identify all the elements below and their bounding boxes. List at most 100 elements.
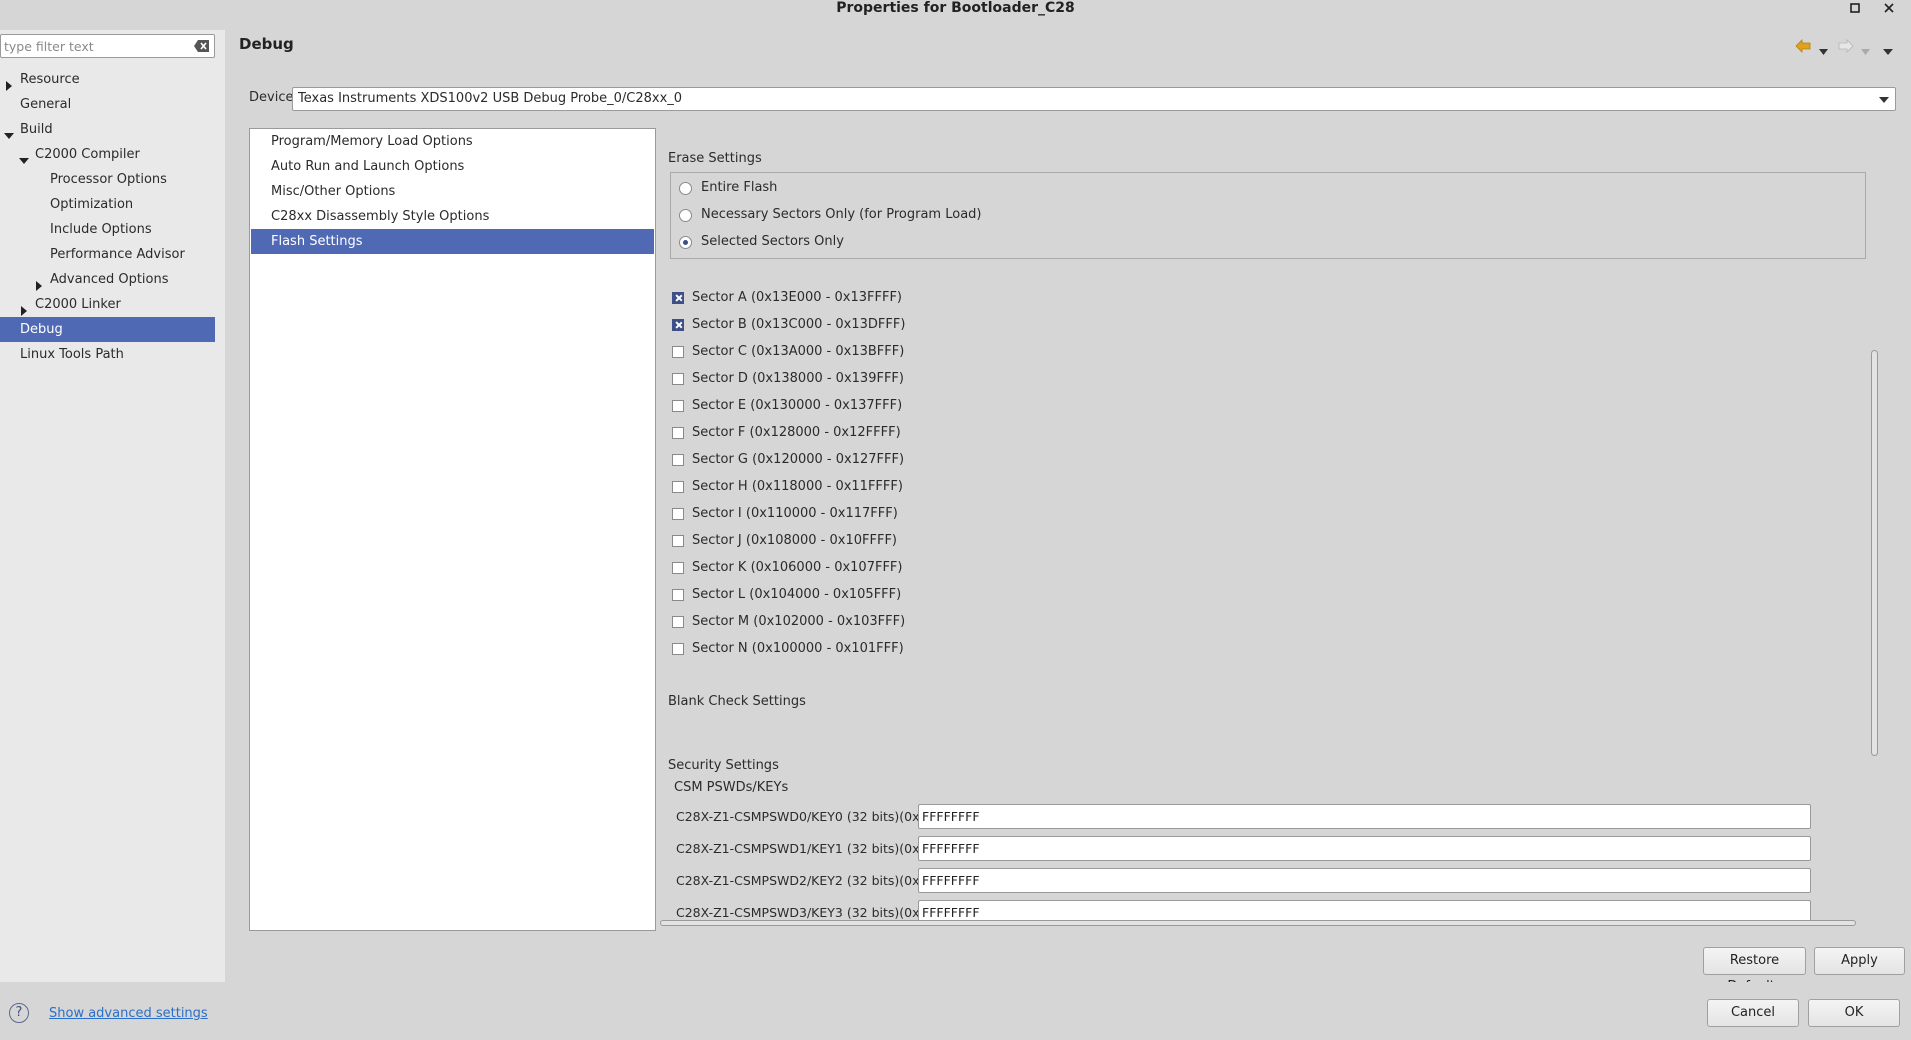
maximize-icon[interactable] [1846, 0, 1864, 17]
filter-field[interactable] [0, 34, 215, 58]
tree-item-label: C2000 Linker [35, 297, 121, 312]
radio-button[interactable] [679, 182, 692, 195]
tree-item-label: Debug [20, 322, 63, 337]
category-item[interactable]: Misc/Other Options [251, 179, 654, 204]
page-title: Debug [239, 35, 294, 53]
tree-item-label: Performance Advisor [50, 247, 185, 262]
sector-label: Sector L (0x104000 - 0x105FFF) [692, 587, 902, 602]
sector-checkbox[interactable] [672, 643, 684, 655]
device-select-value: Texas Instruments XDS100v2 USB Debug Pro… [298, 91, 683, 106]
sector-checkbox[interactable] [672, 373, 684, 385]
apply-button[interactable]: Apply [1814, 947, 1905, 975]
sector-checkbox[interactable] [672, 292, 684, 304]
sector-label: Sector H (0x118000 - 0x11FFFF) [692, 479, 903, 494]
category-item[interactable]: Flash Settings [251, 229, 654, 254]
sector-checkbox[interactable] [672, 535, 684, 547]
forward-arrow-icon[interactable] [1838, 39, 1854, 57]
collapsed-arrow-icon[interactable] [4, 75, 14, 91]
collapsed-arrow-icon[interactable] [19, 300, 29, 316]
category-list: Program/Memory Load Options Auto Run and … [249, 128, 656, 931]
show-advanced-settings-link[interactable]: Show advanced settings [49, 1006, 208, 1021]
close-icon[interactable] [1880, 0, 1898, 17]
erase-option-label: Necessary Sectors Only (for Program Load… [701, 207, 982, 222]
sector-checkbox[interactable] [672, 508, 684, 520]
erase-settings-title: Erase Settings [668, 151, 762, 166]
sector-checkbox[interactable] [672, 454, 684, 466]
tree-item-processor-options[interactable]: Processor Options [0, 167, 215, 192]
tree-item-performance-advisor[interactable]: Performance Advisor [0, 242, 215, 267]
sector-checkbox[interactable] [672, 616, 684, 628]
csm-key-row: C28X-Z1-CSMPSWD0/KEY0 (32 bits)(0x13FFF8… [676, 804, 1866, 830]
sector-label: Sector K (0x106000 - 0x107FFF) [692, 560, 903, 575]
erase-settings-group: Entire Flash Necessary Sectors Only (for … [670, 172, 1866, 259]
view-menu-icon[interactable] [1883, 44, 1893, 59]
sector-checkbox[interactable] [672, 346, 684, 358]
sector-label: Sector G (0x120000 - 0x127FFF) [692, 452, 905, 467]
csm-key-input[interactable] [918, 836, 1811, 861]
sector-checkbox[interactable] [672, 319, 684, 331]
tree-item-c2000-compiler[interactable]: C2000 Compiler [0, 142, 215, 167]
security-settings-title: Security Settings [668, 758, 779, 773]
ok-button[interactable]: OK [1808, 999, 1900, 1027]
back-dropdown-icon[interactable] [1819, 44, 1828, 59]
radio-button[interactable] [679, 236, 692, 249]
help-icon[interactable]: ? [9, 1003, 29, 1023]
tree-item-label: Build [20, 122, 53, 137]
tree-item-label: Include Options [50, 222, 152, 237]
flash-settings-panel: Erase Settings Entire Flash Necessary Sec… [658, 128, 1866, 927]
expanded-arrow-icon[interactable] [4, 125, 14, 139]
erase-option-label: Entire Flash [701, 180, 778, 195]
window-title: Properties for Bootloader_C28 [836, 0, 1075, 16]
sector-checkbox[interactable] [672, 589, 684, 601]
restore-defaults-button[interactable]: Restore Defaults [1703, 947, 1806, 994]
tree-item-label: C2000 Compiler [35, 147, 140, 162]
tree-item-c2000-linker[interactable]: C2000 Linker [0, 292, 215, 317]
tree-item-build[interactable]: Build [0, 117, 215, 142]
collapsed-arrow-icon[interactable] [34, 275, 44, 291]
tree-item-label: Processor Options [50, 172, 167, 187]
csm-key-row: C28X-Z1-CSMPSWD2/KEY2 (32 bits)(0x13FFFC… [676, 868, 1866, 894]
sector-checkbox[interactable] [672, 562, 684, 574]
sector-label: Sector M (0x102000 - 0x103FFF) [692, 614, 906, 629]
tree-item-include-options[interactable]: Include Options [0, 217, 215, 242]
device-select[interactable]: Texas Instruments XDS100v2 USB Debug Pro… [292, 87, 1896, 111]
sector-label: Sector B (0x13C000 - 0x13DFFF) [692, 317, 906, 332]
sector-label: Sector E (0x130000 - 0x137FFF) [692, 398, 903, 413]
tree-item-linux-tools-path[interactable]: Linux Tools Path [0, 342, 215, 367]
expanded-arrow-icon[interactable] [19, 150, 29, 164]
forward-dropdown-icon[interactable] [1861, 44, 1870, 59]
tree-item-label: General [20, 97, 72, 112]
sector-label: Sector D (0x138000 - 0x139FFF) [692, 371, 904, 386]
tree-item-label: Resource [20, 72, 80, 87]
vertical-scroll-thumb[interactable] [1871, 350, 1878, 756]
clear-filter-icon[interactable] [193, 38, 211, 54]
sector-label: Sector A (0x13E000 - 0x13FFFF) [692, 290, 902, 305]
cancel-button[interactable]: Cancel [1707, 999, 1799, 1027]
sector-checkbox[interactable] [672, 400, 684, 412]
category-item[interactable]: Program/Memory Load Options [251, 129, 654, 154]
category-item[interactable]: C28xx Disassembly Style Options [251, 204, 654, 229]
sector-checkbox[interactable] [672, 481, 684, 493]
tree-item-optimization[interactable]: Optimization [0, 192, 215, 217]
filter-input[interactable] [4, 37, 184, 55]
dropdown-arrow-icon[interactable] [1879, 97, 1889, 103]
blank-check-title: Blank Check Settings [668, 694, 806, 709]
vertical-scrollbar[interactable] [1869, 128, 1881, 918]
csm-key-input[interactable] [918, 868, 1811, 893]
title-bar: Properties for Bootloader_C28 [0, 0, 1911, 17]
csm-keys-subtitle: CSM PSWDs/KEYs [674, 780, 789, 795]
back-arrow-icon[interactable] [1795, 39, 1811, 57]
tree-item-resource[interactable]: Resource [0, 67, 215, 92]
device-label: Device [249, 90, 294, 105]
sector-label: Sector I (0x110000 - 0x117FFF) [692, 506, 898, 521]
navigation-toolbar [1795, 39, 1900, 57]
sector-checkbox[interactable] [672, 427, 684, 439]
tree-item-advanced-options[interactable]: Advanced Options [0, 267, 215, 292]
category-item[interactable]: Auto Run and Launch Options [251, 154, 654, 179]
tree-item-general[interactable]: General [0, 92, 215, 117]
radio-button[interactable] [679, 209, 692, 222]
horizontal-scrollbar[interactable] [660, 918, 1860, 928]
csm-key-input[interactable] [918, 804, 1811, 829]
tree-item-debug[interactable]: Debug [0, 317, 215, 342]
horizontal-scroll-thumb[interactable] [660, 920, 1856, 926]
